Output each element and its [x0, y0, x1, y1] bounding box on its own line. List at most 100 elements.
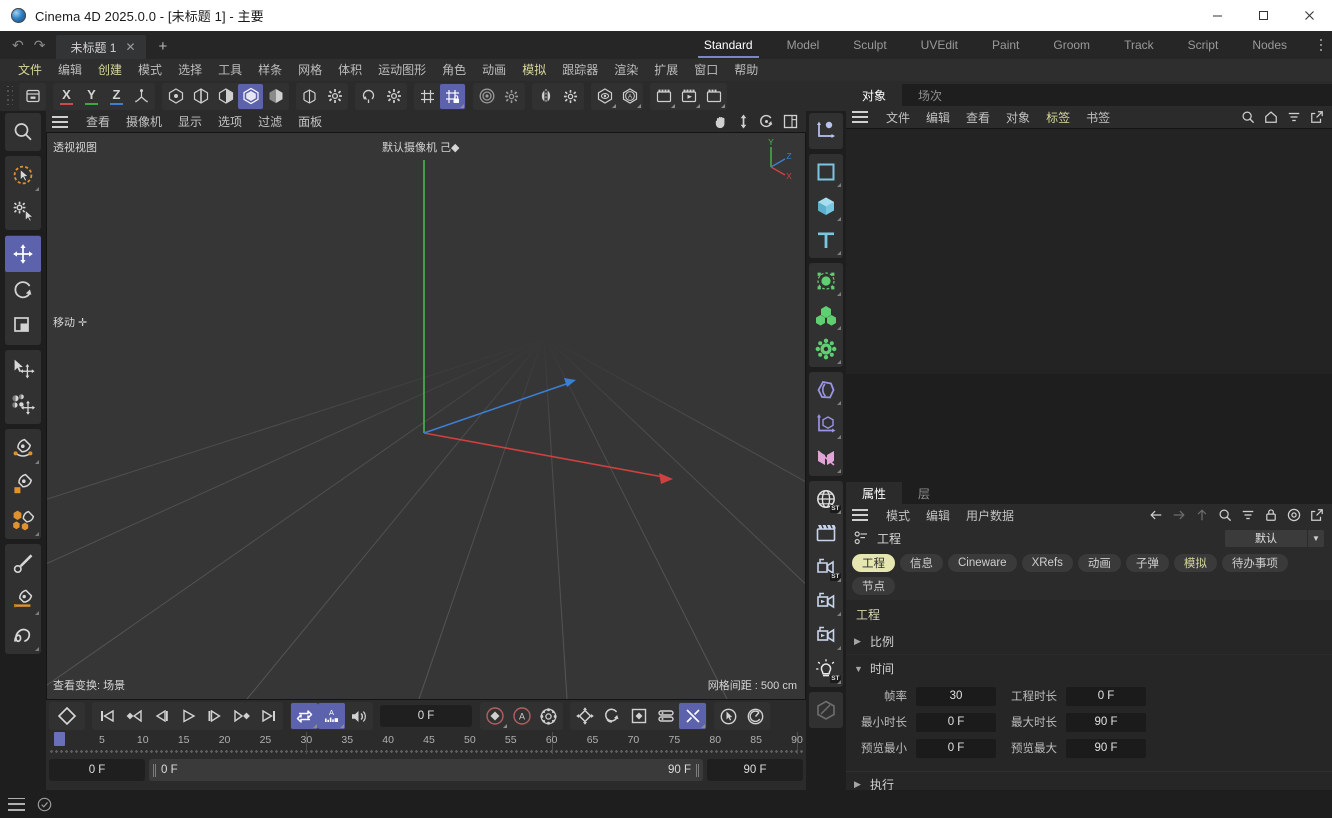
magnify-icon[interactable]: [5, 114, 41, 150]
menu-item-11[interactable]: 动画: [474, 59, 514, 81]
range-end-handle[interactable]: [696, 764, 699, 777]
go-to-end-icon[interactable]: [255, 703, 282, 729]
menu-item-15[interactable]: 扩展: [646, 59, 686, 81]
layout-tab-script[interactable]: Script: [1171, 31, 1236, 59]
popout-icon[interactable]: [1310, 508, 1324, 522]
menu-item-9[interactable]: 运动图形: [370, 59, 434, 81]
rotation-key-icon[interactable]: [598, 703, 625, 729]
chevron-down-icon[interactable]: ▼: [1307, 530, 1324, 547]
menu-item-3[interactable]: 模式: [130, 59, 170, 81]
home-icon[interactable]: [1264, 110, 1278, 124]
attribute-menu-2[interactable]: 用户数据: [958, 507, 1022, 524]
back-arrow-icon[interactable]: [1149, 508, 1163, 522]
grid-snap-icon[interactable]: [415, 84, 440, 109]
symmetry-icon[interactable]: [533, 84, 558, 109]
object-manager-menu-2[interactable]: 查看: [958, 109, 998, 126]
current-frame-field[interactable]: 0 F: [380, 705, 472, 727]
project-length-field[interactable]: 0 F: [1066, 687, 1146, 706]
layout-tab-paint[interactable]: Paint: [975, 31, 1036, 59]
coordinate-system-icon[interactable]: [809, 407, 843, 441]
selection-settings-icon[interactable]: [5, 193, 41, 229]
dolly-icon[interactable]: [737, 114, 750, 129]
layout-tab-sculpt[interactable]: Sculpt: [836, 31, 903, 59]
render-settings-icon[interactable]: [701, 84, 726, 109]
layout-overflow-menu-icon[interactable]: [1310, 31, 1332, 59]
next-key-icon[interactable]: [228, 703, 255, 729]
axis-modify-icon[interactable]: [297, 84, 322, 109]
viewport-menu-3[interactable]: 选项: [210, 113, 250, 130]
spline-sketch-icon[interactable]: [5, 466, 41, 502]
filter-icon[interactable]: [1287, 110, 1301, 124]
preview-max-field[interactable]: 90 F: [1066, 739, 1146, 758]
menu-item-5[interactable]: 工具: [210, 59, 250, 81]
magnet-tool-icon[interactable]: [5, 387, 41, 423]
go-to-start-icon[interactable]: [93, 703, 120, 729]
property-tab-模拟[interactable]: 模拟: [1174, 554, 1217, 572]
menu-item-17[interactable]: 帮助: [726, 59, 766, 81]
previous-frame-icon[interactable]: [147, 703, 174, 729]
object-manager-tab-0[interactable]: 对象: [846, 84, 902, 106]
maximize-button[interactable]: [1240, 0, 1286, 31]
axis-settings-icon[interactable]: [322, 84, 347, 109]
point-level-key-icon[interactable]: [679, 703, 706, 729]
preset-selector[interactable]: 默认 ▼: [1225, 530, 1324, 547]
field-object-icon[interactable]: [809, 441, 843, 475]
rotate-tool-icon[interactable]: [5, 272, 41, 308]
environment-icon[interactable]: ST: [809, 482, 843, 516]
popout-icon[interactable]: [1310, 110, 1324, 124]
framerate-field[interactable]: 30: [916, 687, 996, 706]
scale-key-icon[interactable]: [625, 703, 652, 729]
search-icon[interactable]: [1218, 508, 1232, 522]
material-icon[interactable]: [809, 693, 843, 727]
target-icon[interactable]: [1287, 508, 1301, 522]
menu-item-0[interactable]: 文件: [10, 59, 50, 81]
object-manager-menu-5[interactable]: 书签: [1078, 109, 1118, 126]
search-icon[interactable]: [1241, 110, 1255, 124]
viewport-menu-2[interactable]: 显示: [170, 113, 210, 130]
viewport-canvas[interactable]: Y Z X 透视视图 默认摄像机 己◆ 移动 ✛ 查看变换: 场景 网格间距 :…: [46, 132, 806, 700]
attribute-tab-1[interactable]: 层: [902, 482, 946, 504]
menu-item-16[interactable]: 窗口: [686, 59, 726, 81]
lock-snap-icon[interactable]: [440, 84, 465, 109]
object-mode-icon[interactable]: [263, 84, 288, 109]
object-manager-list[interactable]: [846, 128, 1332, 374]
null-object-icon[interactable]: [809, 114, 843, 148]
line-cut-icon[interactable]: [5, 581, 41, 617]
edge-mode-icon[interactable]: [188, 84, 213, 109]
property-tab-节点[interactable]: 节点: [852, 577, 895, 595]
scale-tool-icon[interactable]: [5, 308, 41, 344]
generator-icon[interactable]: [809, 264, 843, 298]
new-document-button[interactable]: +: [146, 38, 180, 59]
position-key-icon[interactable]: [571, 703, 598, 729]
quantize-settings-icon[interactable]: [499, 84, 524, 109]
timeline-current-field[interactable]: 0 F: [49, 759, 145, 781]
symmetry-settings-icon[interactable]: [558, 84, 583, 109]
property-tab-待办事项[interactable]: 待办事项: [1222, 554, 1288, 572]
next-frame-icon[interactable]: [201, 703, 228, 729]
record-active-objects-icon[interactable]: [481, 703, 508, 729]
layout-tab-model[interactable]: Model: [770, 31, 837, 59]
preview-min-field[interactable]: 0 F: [916, 739, 996, 758]
menu-item-14[interactable]: 渲染: [606, 59, 646, 81]
close-icon[interactable]: ✕: [125, 40, 135, 54]
array-object-icon[interactable]: [809, 298, 843, 332]
camera-motion-icon[interactable]: [809, 618, 843, 652]
keyframe-settings-icon[interactable]: [535, 703, 562, 729]
quantize-icon[interactable]: [474, 84, 499, 109]
timeline-max-field[interactable]: 90 F: [707, 759, 803, 781]
menu-item-8[interactable]: 体积: [330, 59, 370, 81]
menu-item-4[interactable]: 选择: [170, 59, 210, 81]
loop-playback-icon[interactable]: [291, 703, 318, 729]
hamburger-icon[interactable]: [8, 798, 25, 811]
sound-icon[interactable]: [345, 703, 372, 729]
filter-icon[interactable]: [1241, 508, 1255, 522]
attribute-menu-0[interactable]: 模式: [878, 507, 918, 524]
property-tab-Cineware[interactable]: Cineware: [948, 554, 1017, 572]
property-tab-子弹[interactable]: 子弹: [1126, 554, 1169, 572]
object-manager-menu-3[interactable]: 对象: [998, 109, 1038, 126]
rotate-icon[interactable]: [759, 114, 774, 129]
layout-tab-track[interactable]: Track: [1107, 31, 1171, 59]
autokeying-icon[interactable]: A: [508, 703, 535, 729]
previous-key-icon[interactable]: [120, 703, 147, 729]
render-view-icon[interactable]: [592, 84, 617, 109]
